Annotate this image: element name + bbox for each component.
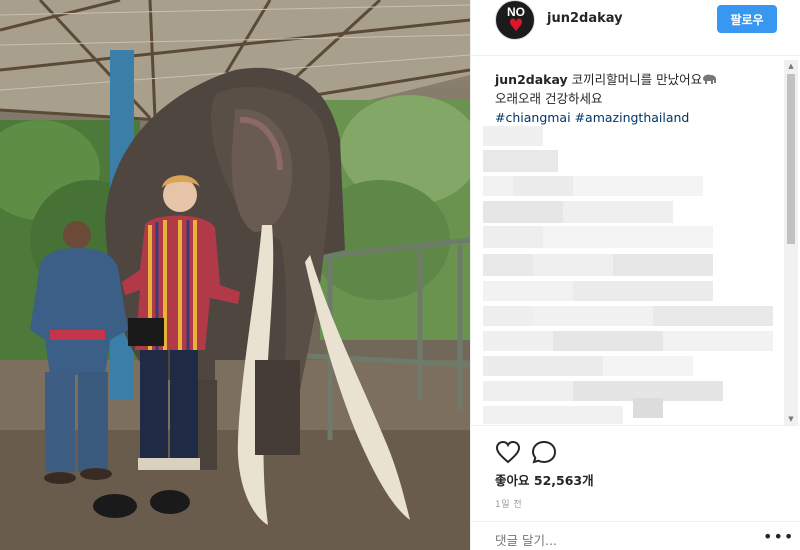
post-timestamp: 1일 전 bbox=[495, 500, 523, 510]
post-photo[interactable] bbox=[0, 0, 470, 550]
post-side-panel: NO ♥ jun2dakay 팔로우 jun2dakay 코끼리할머니를 만났어… bbox=[470, 0, 800, 550]
comment-row: ••• bbox=[471, 521, 800, 550]
heart-logo-icon: ♥ bbox=[508, 16, 524, 36]
likes-number: 52,563개 bbox=[533, 473, 594, 488]
likes-count[interactable]: 좋아요 52,563개 bbox=[495, 470, 594, 489]
comments-scrollbar[interactable]: ▲ ▼ bbox=[784, 60, 798, 425]
heart-icon[interactable] bbox=[495, 440, 521, 466]
scroll-thumb[interactable] bbox=[787, 74, 795, 244]
caption-line-1: 코끼리할머니를 만났어요 bbox=[571, 72, 703, 87]
hashtag-link[interactable]: #chiangmai bbox=[495, 110, 571, 125]
more-options-icon[interactable]: ••• bbox=[763, 529, 794, 545]
avatar[interactable]: NO ♥ bbox=[495, 0, 535, 40]
scroll-down-icon[interactable]: ▼ bbox=[787, 415, 795, 423]
post-header: NO ♥ jun2dakay 팔로우 bbox=[471, 0, 800, 56]
header-username[interactable]: jun2dakay bbox=[547, 11, 623, 26]
comment-icon[interactable] bbox=[531, 440, 557, 466]
comment-input[interactable] bbox=[495, 530, 745, 550]
follow-button[interactable]: 팔로우 bbox=[717, 5, 777, 33]
post-actions: 좋아요 52,563개 1일 전 ••• bbox=[471, 425, 800, 550]
blurred-comments bbox=[483, 126, 773, 426]
scroll-up-icon[interactable]: ▲ bbox=[787, 62, 795, 70]
hashtag-link[interactable]: #amazingthailand bbox=[575, 110, 690, 125]
elephant-photo-illustration bbox=[0, 0, 470, 550]
instagram-post: NO ♥ jun2dakay 팔로우 jun2dakay 코끼리할머니를 만났어… bbox=[0, 0, 800, 550]
caption-username[interactable]: jun2dakay bbox=[495, 72, 568, 87]
likes-label: 좋아요 bbox=[495, 473, 530, 488]
post-caption: jun2dakay 코끼리할머니를 만났어요 오래오래 건강하세요 #chian… bbox=[495, 70, 780, 127]
caption-line-2: 오래오래 건강하세요 bbox=[495, 91, 603, 106]
elephant-emoji-icon bbox=[702, 72, 717, 87]
